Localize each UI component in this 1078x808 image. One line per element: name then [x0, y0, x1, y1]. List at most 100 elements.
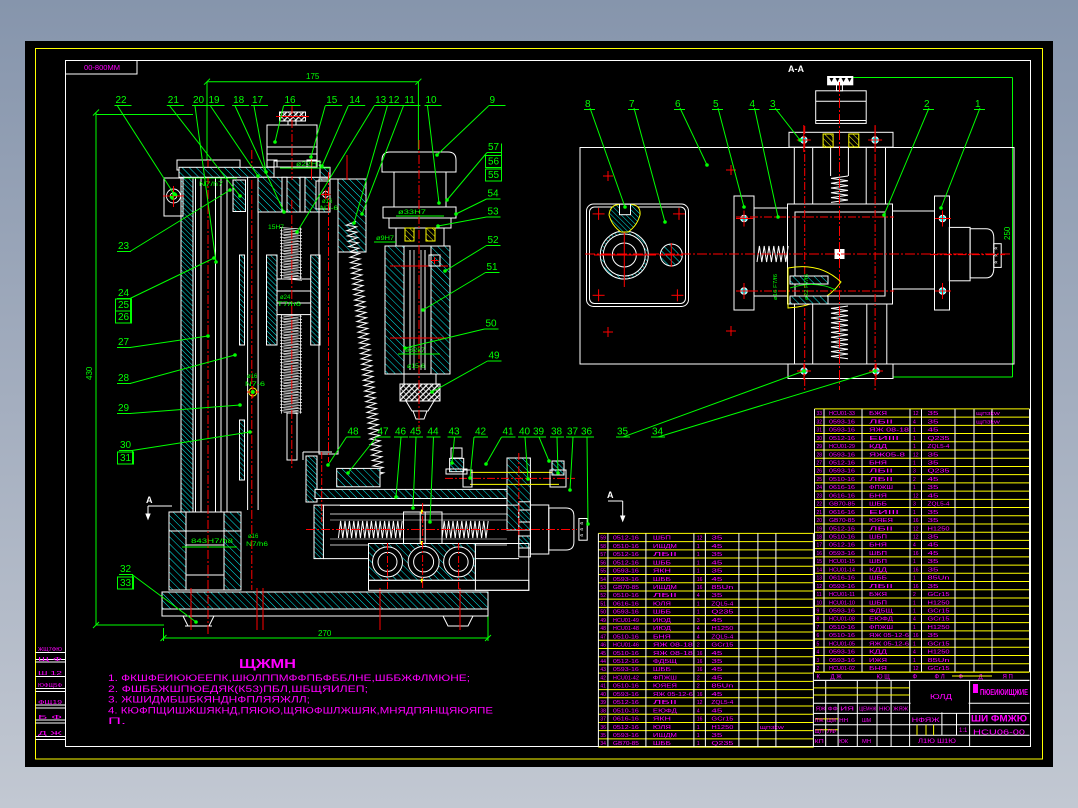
svg-text:11: 11 [404, 95, 415, 106]
svg-text:45: 45 [711, 544, 722, 550]
svg-text:Б Ф: Б Ф [38, 715, 62, 721]
svg-text:23: 23 [118, 241, 130, 252]
svg-text:1: 1 [913, 658, 916, 664]
svg-text:16: 16 [697, 659, 703, 665]
svg-text:0593-16: 0593-16 [829, 419, 855, 425]
svg-text:1: 1 [913, 444, 916, 450]
svg-text:БЖЯ: БЖЯ [869, 411, 887, 417]
svg-text:45: 45 [928, 493, 939, 499]
svg-text:55: 55 [600, 569, 606, 575]
svg-text:35: 35 [711, 569, 722, 575]
svg-text:ZQL5-4: ZQL5-4 [711, 634, 733, 640]
svg-text:40: 40 [600, 692, 606, 698]
svg-text:НФЯЖ: НФЯЖ [912, 718, 941, 724]
svg-text:843H7/h8: 843H7/h8 [191, 538, 234, 545]
svg-text:35: 35 [711, 593, 722, 599]
svg-text:55: 55 [488, 170, 500, 181]
svg-text:45: 45 [600, 651, 606, 657]
svg-text:10: 10 [426, 95, 438, 106]
svg-text:ЛБII: ЛБII [653, 700, 677, 706]
svg-text:0616-16: 0616-16 [613, 717, 639, 723]
svg-text:0616-16: 0616-16 [829, 485, 855, 491]
svg-text:3: 3 [697, 618, 700, 624]
svg-text:МН: МН [862, 739, 871, 745]
svg-text:0512-16: 0512-16 [829, 526, 855, 532]
svg-text:N7-6: N7-6 [320, 206, 339, 212]
svg-text:45: 45 [928, 543, 939, 549]
svg-text:48: 48 [348, 427, 360, 438]
svg-text:ИШДМ: ИШДМ [653, 544, 677, 550]
svg-text:31: 31 [120, 453, 132, 464]
svg-text:35: 35 [928, 510, 939, 516]
svg-text:16: 16 [913, 584, 919, 590]
svg-text:4: 4 [697, 593, 700, 599]
svg-text:ЕЮФД: ЕЮФД [653, 708, 678, 714]
svg-text:ЮЛЯ: ЮЛЯ [653, 725, 671, 731]
svg-text:0593-16: 0593-16 [613, 733, 639, 739]
svg-text:46: 46 [600, 643, 606, 649]
svg-text:ЛБII: ЛБII [653, 593, 677, 599]
svg-text:1: 1 [697, 569, 700, 575]
svg-text:2: 2 [913, 592, 916, 598]
svg-text:БНЯ: БНЯ [869, 666, 887, 672]
svg-text:24: 24 [118, 288, 130, 299]
svg-text:27: 27 [118, 337, 130, 348]
svg-text:35: 35 [928, 518, 939, 524]
svg-text:БНЯ: БНЯ [869, 543, 887, 549]
svg-text:ЩЖМН: ЩЖМН [239, 656, 296, 671]
svg-text:85Un: 85Un [711, 585, 733, 591]
svg-text:35: 35 [928, 461, 939, 467]
svg-text:15: 15 [326, 95, 338, 106]
svg-text:57: 57 [488, 142, 500, 153]
svg-text:0616-16: 0616-16 [829, 510, 855, 516]
svg-text:3. ЖШИДМБШБКЯНДНФПЛЯЯЖЛЛ;: 3. ЖШИДМБШБКЯНДНФПЛЯЯЖЛЛ; [108, 695, 310, 705]
svg-text:ЯЖ 05-12-6: ЯЖ 05-12-6 [869, 633, 909, 639]
svg-text:GB70-85: GB70-85 [829, 518, 855, 524]
svg-text:28: 28 [118, 373, 130, 384]
svg-text:0593-16: 0593-16 [613, 577, 639, 583]
svg-text:ЮК: ЮК [839, 739, 848, 745]
svg-text:17: 17 [252, 95, 264, 106]
svg-text:13: 13 [375, 95, 387, 106]
svg-text:29: 29 [118, 403, 130, 414]
svg-text:35: 35 [600, 733, 606, 739]
svg-text:ЛБII: ЛБII [869, 419, 893, 425]
svg-text:0510-16: 0510-16 [613, 634, 639, 640]
svg-text:27: 27 [817, 461, 823, 467]
svg-text:12: 12 [913, 666, 919, 672]
svg-text:1: 1 [913, 436, 916, 442]
svg-text:ИЮД: ИЮД [653, 626, 672, 632]
svg-text:1: 1 [913, 485, 916, 491]
svg-text:19: 19 [209, 95, 221, 106]
svg-text:ZQL5-4: ZQL5-4 [928, 502, 950, 508]
svg-text:39: 39 [533, 427, 545, 438]
svg-text:HCU01-15: HCU01-15 [829, 559, 855, 565]
svg-text:0512-16: 0512-16 [829, 461, 855, 467]
svg-text:П.: П. [108, 716, 126, 726]
svg-text:ЯЖ 05-12-6: ЯЖ 05-12-6 [869, 641, 909, 647]
svg-text:ЖЩ7ФЮ: ЖЩ7ФЮ [38, 647, 62, 653]
svg-text:0593-16: 0593-16 [829, 469, 855, 475]
svg-text:ШБП: ШБП [869, 559, 887, 565]
svg-text:51: 51 [600, 601, 606, 607]
svg-text:HCU01-10: HCU01-10 [829, 600, 855, 606]
svg-text:КДД: КДД [869, 444, 888, 450]
svg-text:HCU01-14: HCU01-14 [829, 567, 855, 573]
svg-text:35: 35 [928, 535, 939, 541]
svg-text:4: 4 [697, 708, 700, 714]
svg-text:GB70-85: GB70-85 [613, 741, 639, 747]
svg-text:Д Ж: Д Ж [38, 731, 62, 737]
svg-text:33: 33 [817, 411, 823, 417]
svg-text:16: 16 [697, 651, 703, 657]
svg-text:45: 45 [928, 477, 939, 483]
svg-text:ЩП: ЩП [815, 729, 824, 735]
svg-text:18: 18 [817, 535, 823, 541]
svg-text:ЯЖ 08-18: ЯЖ 08-18 [869, 428, 909, 434]
svg-text:ЕИIII: ЕИIII [869, 436, 899, 442]
svg-text:22: 22 [116, 95, 128, 106]
svg-text:ФПЖШ: ФПЖШ [869, 485, 893, 491]
svg-text:12: 12 [388, 95, 400, 106]
svg-text:ЯЖ: ЯЖ [816, 707, 826, 713]
svg-text:GB70-85: GB70-85 [829, 502, 855, 508]
svg-text:Ф: Ф [913, 675, 918, 681]
